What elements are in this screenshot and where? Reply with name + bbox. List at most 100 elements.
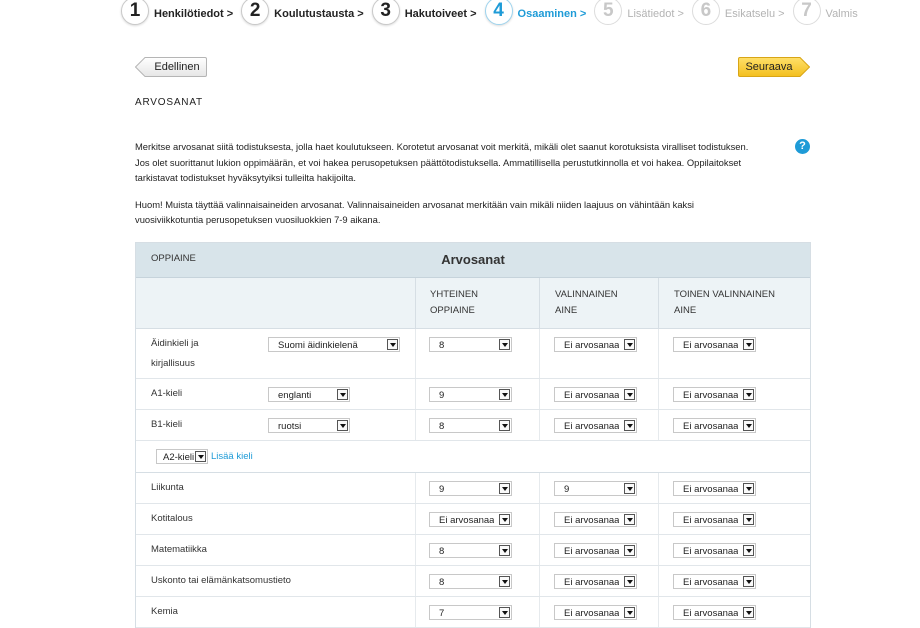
step-6-label: Esikatselu > (724, 8, 785, 20)
step-2-number: 2 (241, 0, 270, 25)
elective-grade-select[interactable]: Ei arvosanaa (554, 574, 637, 589)
grades-table: Arvosanat OPPIAINE YHTEINEN OPPIAINE VAL… (135, 242, 811, 628)
select-value: 9 (439, 390, 445, 401)
column-divider (539, 566, 540, 596)
select-value: Ei arvosanaa (683, 577, 739, 588)
common-grade-select[interactable]: 8 (429, 418, 512, 433)
elective2-grade-select[interactable]: Ei arvosanaa (673, 418, 756, 433)
select-value: Ei arvosanaa (564, 546, 620, 557)
language-select[interactable]: englanti (268, 387, 350, 402)
step-2[interactable]: 2 Koulutustausta > (241, 0, 364, 25)
common-grade-select[interactable]: 8 (429, 574, 512, 589)
common-grade-select[interactable]: 9 (429, 481, 512, 496)
header-elective2-line2: AINE (674, 305, 697, 316)
common-grade-select[interactable]: 8 (429, 543, 512, 558)
select-value: Ei arvosanaa (439, 515, 495, 526)
chevron-down-icon (499, 514, 510, 525)
column-divider (539, 473, 540, 503)
elective-grade-select[interactable]: Ei arvosanaa (554, 418, 637, 433)
header-elective2-line1: TOINEN VALINNAINEN (674, 289, 776, 300)
common-grade-select[interactable]: Ei arvosanaa (429, 512, 512, 527)
common-grade-select[interactable]: 9 (429, 387, 512, 402)
add-language-link[interactable]: Lisää kieli (211, 449, 253, 464)
table-row: Kotitalous Ei arvosanaa Ei arvosanaa Ei … (136, 504, 810, 535)
chevron-down-icon (499, 339, 510, 350)
elective-grade-select[interactable]: Ei arvosanaa (554, 605, 637, 620)
chevron-down-icon (337, 420, 348, 431)
column-divider (658, 329, 659, 378)
step-7-label: Valmis (825, 8, 858, 20)
select-value: Ei arvosanaa (683, 484, 739, 495)
a2-language-select[interactable]: A2-kieli (156, 449, 208, 464)
chevron-down-icon (743, 576, 754, 587)
elective2-grade-select[interactable]: Ei arvosanaa (673, 512, 756, 527)
help-icon[interactable]: ? (795, 139, 810, 154)
step-5-number: 5 (594, 0, 623, 25)
step-4[interactable]: 4 Osaaminen > (484, 0, 586, 25)
elective-grade-select[interactable]: Ei arvosanaa (554, 512, 637, 527)
next-button-label: Seuraava (745, 61, 793, 73)
table-row: Uskonto tai elämänkatsomustieto 8 Ei arv… (136, 566, 810, 597)
column-divider (539, 535, 540, 565)
column-divider (658, 566, 659, 596)
column-divider (539, 504, 540, 534)
select-value: Ei arvosanaa (683, 608, 739, 619)
step-1[interactable]: 1 Henkilötiedot > (121, 0, 233, 25)
column-divider (415, 329, 416, 378)
chevron-down-icon (743, 339, 754, 350)
column-divider (415, 410, 416, 440)
previous-button[interactable]: Edellinen (135, 57, 207, 77)
header-elective-line2: AINE (555, 305, 578, 316)
header-common-line2: OPPIAINE (430, 305, 475, 316)
elective-grade-select[interactable]: Ei arvosanaa (554, 543, 637, 558)
chevron-down-icon (624, 339, 635, 350)
add-language-row: A2-kieli Lisää kieli (136, 441, 810, 473)
intro-paragraph-1: Merkitse arvosanat siitä todistuksesta, … (135, 141, 749, 183)
chevron-down-icon (499, 483, 510, 494)
chevron-down-icon (387, 339, 398, 350)
common-grade-select[interactable]: 8 (429, 337, 512, 352)
common-grade-select[interactable]: 7 (429, 605, 512, 620)
chevron-down-icon (624, 389, 635, 400)
select-value: ruotsi (278, 421, 302, 432)
table-row: Liikunta 9 9 Ei arvosanaa (136, 473, 810, 504)
column-divider (658, 473, 659, 503)
elective2-grade-select[interactable]: Ei arvosanaa (673, 387, 756, 402)
chevron-down-icon (499, 389, 510, 400)
select-value: 9 (439, 484, 445, 495)
chevron-down-icon (499, 545, 510, 556)
subject-label: Uskonto tai elämänkatsomustieto (151, 575, 291, 586)
column-divider (658, 504, 659, 534)
step-3-number: 3 (371, 0, 400, 25)
language-select[interactable]: Suomi äidinkielenä (268, 337, 400, 352)
elective-grade-select[interactable]: Ei arvosanaa (554, 337, 637, 352)
subject-label: Kemia (151, 606, 178, 617)
select-value: 8 (439, 546, 445, 557)
chevron-down-icon (499, 420, 510, 431)
elective2-grade-select[interactable]: Ei arvosanaa (673, 574, 756, 589)
subject-label: B1-kieli (151, 419, 183, 430)
elective2-grade-select[interactable]: Ei arvosanaa (673, 543, 756, 558)
select-value: 7 (439, 608, 445, 619)
header-divider (539, 278, 540, 328)
next-button[interactable]: Seuraava (738, 57, 810, 77)
language-select[interactable]: ruotsi (268, 418, 350, 433)
header-subject: OPPIAINE (151, 253, 196, 264)
subject-label-line1: Äidinkieli ja (151, 338, 199, 349)
chevron-down-icon (743, 514, 754, 525)
column-divider (539, 329, 540, 378)
step-7-number: 7 (792, 0, 821, 25)
step-7: 7 Valmis (792, 0, 858, 25)
header-divider (415, 278, 416, 328)
elective-grade-select[interactable]: 9 (554, 481, 637, 496)
header-divider (658, 278, 659, 328)
elective-grade-select[interactable]: Ei arvosanaa (554, 387, 637, 402)
elective2-grade-select[interactable]: Ei arvosanaa (673, 605, 756, 620)
chevron-down-icon (624, 514, 635, 525)
subject-label: Matematiikka (151, 544, 207, 555)
step-4-number: 4 (484, 0, 513, 25)
elective2-grade-select[interactable]: Ei arvosanaa (673, 481, 756, 496)
chevron-down-icon (743, 607, 754, 618)
step-3[interactable]: 3 Hakutoiveet > (371, 0, 477, 25)
elective2-grade-select[interactable]: Ei arvosanaa (673, 337, 756, 352)
